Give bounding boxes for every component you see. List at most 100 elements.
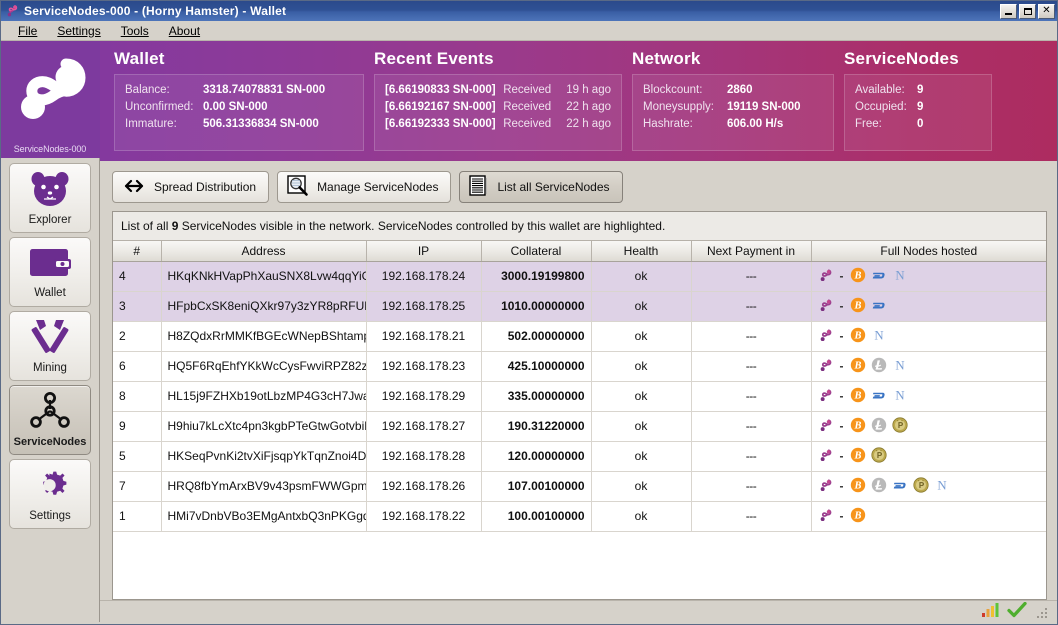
table-row[interactable]: 7HRQ8fbYmArxBV9v43psmFWWGpmyd...192.168.… xyxy=(113,471,1047,502)
sidebar-item-explorer[interactable]: Explorer xyxy=(9,163,91,233)
cell-collateral: 425.10000000 xyxy=(481,351,592,382)
servicenodes-free-value: 0 xyxy=(917,118,924,130)
sidebar-item-explorer-label: Explorer xyxy=(28,214,72,226)
hamster-icon xyxy=(28,170,72,211)
wallet-unconfirmed-label: Unconfirmed: xyxy=(125,101,194,113)
list-all-servicenodes-button[interactable]: List all ServiceNodes xyxy=(459,171,623,203)
magnifier-icon xyxy=(287,174,309,200)
cell-full-nodes-hosted: -B xyxy=(811,441,1047,472)
hosted-coins-list: -B xyxy=(818,446,1041,466)
servicenode-coin-icon xyxy=(818,417,834,436)
table-row[interactable]: 5HKSeqPvnKi2tvXiFjsqpYkTqnZnoi4DCkA192.1… xyxy=(113,441,1047,472)
hosted-coins-list: -B N xyxy=(818,327,1041,346)
wallet-panel-box: Balance: 3318.74078831 SN-000 Unconfirme… xyxy=(114,74,364,151)
table-row[interactable]: 9H9hiu7kLcXtc4pn3kgbPTeGtwGotvbiRCA192.1… xyxy=(113,411,1047,442)
wallet-icon xyxy=(27,245,73,284)
column-header-collateral[interactable]: Collateral xyxy=(481,241,592,262)
cell-address: HMi7vDnbVBo3EMgAntxbQ3nPKGgqAf... xyxy=(161,501,367,532)
sidebar-item-servicenodes[interactable]: ServiceNodes xyxy=(9,385,91,455)
menu-about-label: About xyxy=(168,23,201,38)
cell-health: ok xyxy=(591,261,692,292)
menu-item-tools[interactable]: Tools xyxy=(112,22,158,40)
spread-distribution-button[interactable]: Spread Distribution xyxy=(112,171,270,203)
menu-item-settings[interactable]: Settings xyxy=(48,22,109,40)
menu-item-file[interactable]: File xyxy=(9,22,46,40)
servicenodes-panel-title: ServiceNodes xyxy=(844,49,959,68)
wallet-balance-row: Balance: 3318.74078831 SN-000 xyxy=(125,82,353,99)
maximize-button[interactable] xyxy=(1019,3,1036,19)
column-header-next-payment[interactable]: Next Payment in xyxy=(691,241,812,262)
sidebar-item-mining[interactable]: Mining xyxy=(9,311,91,381)
spread-distribution-label: Spread Distribution xyxy=(154,180,257,194)
action-toolbar: Spread Distribution Manage ServiceNodes xyxy=(100,161,1057,211)
wallet-balance-label: Balance: xyxy=(125,84,170,96)
network-blockcount-value: 2860 xyxy=(727,84,753,96)
sidebar-nav: Explorer Wallet Mining ServiceNodes Sett… xyxy=(9,163,91,529)
manage-servicenodes-button[interactable]: Manage ServiceNodes xyxy=(277,171,452,203)
svg-text:B: B xyxy=(853,480,861,491)
cell-health: ok xyxy=(591,381,692,412)
event-time: 22 h ago xyxy=(566,101,611,113)
wallet-unconfirmed-value: 0.00 SN-000 xyxy=(203,101,268,113)
cell-number: 6 xyxy=(113,351,162,382)
cell-full-nodes-hosted: -B xyxy=(811,501,1047,532)
cell-next-payment: --- xyxy=(691,291,812,322)
cell-address: HL15j9FZHXb19otLbzMP4G3cH7Jwaa... xyxy=(161,381,367,412)
nxt-coin-icon: N xyxy=(892,357,908,376)
table-row[interactable]: 8 HL15j9FZHXb19otLbzMP4G3cH7Jwaa... 192.16… xyxy=(113,381,1047,412)
hosted-coins-list: -B xyxy=(818,507,1041,526)
column-header-full-nodes[interactable]: Full Nodes hosted xyxy=(811,241,1047,262)
recent-events-title: Recent Events xyxy=(374,49,494,68)
sidebar-item-settings[interactable]: Settings xyxy=(9,459,91,529)
litecoin-coin-icon xyxy=(871,417,887,436)
cell-ip: 192.168.178.27 xyxy=(366,411,482,442)
cell-next-payment: --- xyxy=(691,501,812,532)
sidebar-item-wallet[interactable]: Wallet xyxy=(9,237,91,307)
table-row[interactable]: 4HKqKNkHVapPhXauSNX8Lvw4qqYiGT9...192.16… xyxy=(113,261,1047,292)
green-check-icon[interactable] xyxy=(1007,601,1027,621)
column-header-health[interactable]: Health xyxy=(591,241,692,262)
table-row[interactable]: 2H8ZQdxRrMMKfBGEcWNepBShtampw...192.168.… xyxy=(113,321,1047,352)
minimize-button[interactable] xyxy=(1000,3,1017,19)
cell-number: 5 xyxy=(113,441,162,472)
column-header-number[interactable]: # xyxy=(113,241,162,262)
sidebar: ServiceNodes-000 Explorer Wallet Mining … xyxy=(0,41,100,622)
cell-health: ok xyxy=(591,351,692,382)
cell-health: ok xyxy=(591,321,692,352)
network-panel-box: Blockcount: 2860 Moneysupply: 19119 SN-0… xyxy=(632,74,834,151)
column-header-address[interactable]: Address xyxy=(161,241,367,262)
cell-collateral: 335.00000000 xyxy=(481,381,592,412)
resize-grip-icon[interactable] xyxy=(1037,606,1049,618)
nxt-coin-icon: N xyxy=(892,387,908,406)
recent-event-row[interactable]: [6.66190833 SN-000] Received 19 h ago xyxy=(385,82,611,99)
cell-ip: 192.168.178.25 xyxy=(366,291,482,322)
info-prefix: List of all xyxy=(121,219,172,233)
cell-collateral: 502.00000000 xyxy=(481,321,592,352)
cell-health: ok xyxy=(591,441,692,472)
gear-icon xyxy=(30,466,70,507)
table-row[interactable]: 3HFpbCxSK8eniQXkr97y3zYR8pRFUR7...192.16… xyxy=(113,291,1047,322)
cell-ip: 192.168.178.28 xyxy=(366,441,482,472)
close-button[interactable]: ✕ xyxy=(1038,3,1055,19)
table-row[interactable]: 6HQ5F6RqEhfYKkWcCysFwviRPZ82zrG...192.16… xyxy=(113,351,1047,382)
menu-bar: File Settings Tools About xyxy=(1,21,1057,41)
hosted-coins-list: -B N xyxy=(818,267,1041,286)
bitcoin-coin-icon: B xyxy=(850,447,866,466)
wallet-balance-value: 3318.74078831 SN-000 xyxy=(203,84,326,96)
signal-bars-icon[interactable] xyxy=(981,602,1001,621)
cell-address: HFpbCxSK8eniQXkr97y3zYR8pRFUR7... xyxy=(161,291,367,322)
recent-event-row[interactable]: [6.66192167 SN-000] Received 22 h ago xyxy=(385,99,611,116)
menu-item-about[interactable]: About xyxy=(160,22,209,40)
column-header-ip[interactable]: IP xyxy=(366,241,482,262)
body-container: ServiceNodes-000 Explorer Wallet Mining … xyxy=(0,41,1058,622)
cell-address: HQ5F6RqEhfYKkWcCysFwviRPZ82zrG... xyxy=(161,351,367,382)
cell-number: 3 xyxy=(113,291,162,322)
cell-next-payment: --- xyxy=(691,381,812,412)
recent-event-row[interactable]: [6.66192333 SN-000] Received 22 h ago xyxy=(385,116,611,133)
cell-next-payment: --- xyxy=(691,441,812,472)
cell-ip: 192.168.178.21 xyxy=(366,321,482,352)
bitcoin-coin-icon: B xyxy=(850,297,866,316)
table-row[interactable]: 1HMi7vDnbVBo3EMgAntxbQ3nPKGgqAf...192.16… xyxy=(113,501,1047,532)
servicenodes-free-row: Free: 0 xyxy=(855,116,981,133)
litecoin-coin-icon xyxy=(871,357,887,376)
